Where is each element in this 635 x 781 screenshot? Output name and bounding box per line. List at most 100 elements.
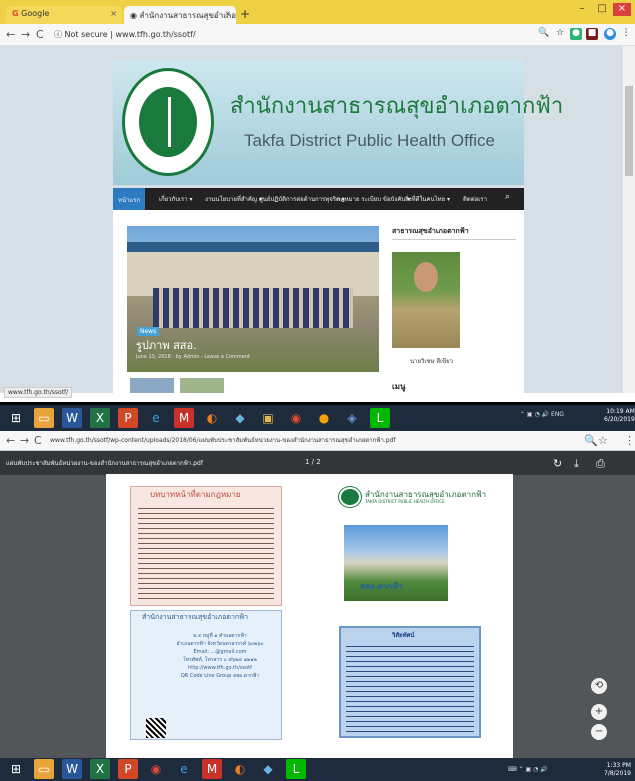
nav-laws[interactable]: กฎหมาย ระเบียบ ข้อบังคับ ▾ [337,194,410,204]
site-favicon-icon: ◉ [130,11,137,20]
tab-health-office[interactable]: ◉ สำนักงานสาธารณสุขอำเภอตากฟ้า × [124,6,236,24]
scrollbar-thumb[interactable] [625,86,633,176]
close-tab-icon[interactable]: × [224,9,231,18]
system-tray[interactable]: ⌨ ⌃ ▣ ◔ 🔊 [508,766,548,773]
extension-icon[interactable]: ■ [586,28,598,40]
duties-text-block [138,504,274,600]
maximize-button[interactable]: □ [593,3,611,16]
nav-about[interactable]: เกี่ยวกับเรา ▾ [159,194,193,204]
zoom-icon[interactable]: 🔍 [538,28,550,40]
address-input[interactable]: www.tfh.go.th/ssotf/wp-content/uploads/2… [50,435,395,445]
pdf-file-name: แผ่นพับประชาสัมพันธ์หน่วยงาน-ของสำนักงาน… [6,460,203,467]
google-icon: G [12,9,19,18]
tab-google[interactable]: G Google × [6,6,122,24]
file-explorer-icon[interactable]: ▭ [34,759,54,779]
chrome-icon[interactable]: ◉ [286,408,306,428]
nav-good-things[interactable]: สิ่งที่ดีในคนไทย ▾ [405,194,450,204]
minimize-button[interactable]: – [573,3,591,16]
powerpoint-icon[interactable]: P [118,759,138,779]
word-icon[interactable]: W [62,408,82,428]
excel-icon[interactable]: X [90,408,110,428]
reload-icon[interactable]: C [36,28,44,41]
zoom-icon[interactable]: 🔍 [584,434,598,447]
nav-policy[interactable]: งานนโยบายที่สำคัญ ▾ [205,194,262,204]
ministry-logo[interactable] [122,68,214,176]
file-explorer-icon[interactable]: ▭ [34,408,54,428]
clock[interactable]: 1:33 PM 7/8/2019 [604,762,631,778]
firefox-icon[interactable]: ◐ [230,759,250,779]
contact-line: http://www.tfh.go.th/ssotf [188,665,252,671]
clock-date: 7/8/2019 [604,770,631,777]
language-indicator[interactable]: ENG [551,411,564,418]
slider-title[interactable]: รูปภาพ สสอ. [136,336,197,354]
sidebar-heading: เมนู [392,382,406,391]
word-icon[interactable]: W [62,759,82,779]
calculator-icon[interactable]: ▣ [258,408,278,428]
app-icon[interactable]: ◈ [342,408,362,428]
powerpoint-icon[interactable]: P [118,408,138,428]
slider-category-badge[interactable]: News [137,327,160,336]
clock-time: 10:19 AM [606,408,635,415]
new-tab-button[interactable]: + [240,7,250,21]
clock[interactable]: 10:19 AM 6/20/2019 [604,408,635,424]
star-icon[interactable]: ☆ [598,434,608,447]
mail-icon[interactable]: M [202,759,222,779]
qr-code [146,718,166,738]
extension-icon[interactable]: ● [570,28,582,40]
firefox-icon[interactable]: ◐ [202,408,222,428]
mail-icon[interactable]: M [174,408,194,428]
back-icon[interactable]: ← [6,28,15,41]
line-icon[interactable]: L [370,408,390,428]
close-tab-icon[interactable]: × [110,9,117,18]
line-icon[interactable]: L [286,759,306,779]
caduceus-icon [168,97,171,147]
edge-icon[interactable]: e [146,408,166,428]
download-icon[interactable]: ⤓ [574,457,579,471]
nav-anti-corruption[interactable]: ศูนย์ปฏิบัติการต่อต้านการทุจริต ▾ [259,194,345,204]
tab-label: สำนักงานสาธารณสุขอำเภอตากฟ้า [139,11,236,20]
slider-thumbnail[interactable] [130,378,174,393]
menu-icon[interactable]: ⋮ [620,28,632,40]
star-icon[interactable]: ☆ [554,28,566,40]
portrait-face [414,262,438,292]
logo-emblem [139,87,197,157]
scrollbar[interactable] [623,46,635,393]
group-photo [153,288,353,328]
zoom-out-button[interactable]: − [591,724,607,740]
taskbar: ⊞ ▭ W X P e M ◐ ◆ ▣ ◉ ● ◈ L [0,405,635,431]
app-icon[interactable]: ◆ [230,408,250,428]
building-roof [127,242,379,252]
close-window-button[interactable]: × [613,3,631,16]
site-title-english: Takfa District Public Health Office [244,131,495,150]
search-icon[interactable]: ⌕ [505,192,510,202]
app-icon[interactable]: ◆ [258,759,278,779]
info-icon: ⓘ [54,30,62,39]
office-photo-caption: สสอ.ตากฟ้า [360,582,403,591]
forward-icon[interactable]: → [20,434,29,447]
clock-date: 6/20/2019 [604,416,635,423]
start-icon[interactable]: ⊞ [6,759,26,779]
pdf-office-title-english: TAKFA DISTRICT PUBLIC HEALTH OFFICE [365,499,445,504]
nav-contact[interactable]: ติดต่อเรา [463,194,487,204]
contact-line: QR Code Line Group สสอ.ตากฟ้า [180,673,260,679]
pdf-page-indicator: 1 / 2 [305,458,321,466]
address-input[interactable]: ⓘ Not secure | www.tfh.go.th/ssotf/ [54,29,196,40]
slider-thumbnail[interactable] [180,378,224,393]
start-icon[interactable]: ⊞ [6,408,26,428]
reload-icon[interactable]: C [34,434,42,447]
menu-icon[interactable]: ⋮ [624,434,635,447]
app-icon[interactable]: ● [314,408,334,428]
nav-home[interactable]: หน้าแรก [113,188,146,210]
excel-icon[interactable]: X [90,759,110,779]
rotate-icon[interactable]: ↻ [553,457,562,470]
edge-icon[interactable]: e [174,759,194,779]
contact-line: โทรศัพท์, โทรสาร ๐ ๕๖๒๔ ๑๒๑๒ [183,657,257,663]
system-tray[interactable]: ⌃ ▣ ◔ 🔊 ENG [520,411,564,418]
print-icon[interactable]: ⎙ [596,457,605,471]
profile-icon[interactable]: ● [604,28,616,40]
zoom-in-button[interactable]: + [591,704,607,720]
forward-icon[interactable]: → [21,28,30,41]
chrome-icon[interactable]: ◉ [146,759,166,779]
fit-page-button[interactable]: ⟲ [591,678,607,694]
back-icon[interactable]: ← [6,434,15,447]
